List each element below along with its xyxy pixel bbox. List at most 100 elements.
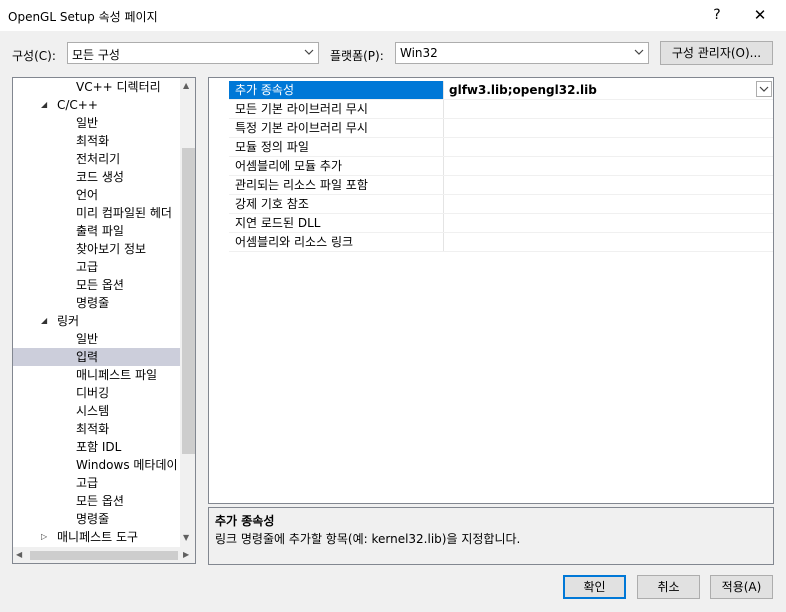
property-row[interactable]: 특정 기본 라이브러리 무시: [229, 119, 773, 138]
tree-item[interactable]: 찾아보기 정보: [13, 240, 180, 258]
platform-label: 플랫폼(P):: [330, 49, 384, 63]
property-value[interactable]: glfw3.lib;opengl32.lib: [445, 81, 597, 99]
property-value[interactable]: [445, 214, 449, 232]
tree-item-label: 최적화: [76, 422, 110, 436]
property-value[interactable]: [445, 119, 449, 137]
tree-item[interactable]: 최적화: [13, 420, 180, 438]
collapse-arrow-icon[interactable]: ◢: [41, 96, 47, 114]
tree-item-label: 일반: [76, 332, 99, 346]
chevron-down-icon: [634, 45, 644, 62]
scroll-down-icon[interactable]: ▼: [183, 533, 189, 542]
property-name: 특정 기본 라이브러리 무시: [229, 119, 444, 137]
property-row[interactable]: 관리되는 리소스 파일 포함: [229, 176, 773, 195]
property-row[interactable]: 강제 기호 참조: [229, 195, 773, 214]
tree-item[interactable]: 전처리기: [13, 150, 180, 168]
tree-item[interactable]: ▷ 매니페스트 도구: [13, 528, 180, 546]
tree-item-label: 고급: [76, 260, 99, 274]
tree-item[interactable]: 언어: [13, 186, 180, 204]
tree-item[interactable]: ◢ C/C++: [13, 96, 180, 114]
tree-item[interactable]: 최적화: [13, 132, 180, 150]
scroll-up-icon[interactable]: ▲: [183, 81, 189, 90]
tree-item-label: 명령줄: [76, 296, 110, 310]
property-name: 관리되는 리소스 파일 포함: [229, 176, 444, 194]
tree-horizontal-scrollbar[interactable]: ◀ ▶: [13, 547, 195, 563]
config-select[interactable]: 모든 구성: [67, 42, 319, 64]
property-value[interactable]: [445, 233, 449, 251]
property-row[interactable]: 지연 로드된 DLL: [229, 214, 773, 233]
expand-arrow-icon[interactable]: ▷: [41, 528, 47, 546]
tree-item-label: 디버깅: [76, 386, 110, 400]
tree-item-label: Windows 메타데이: [76, 458, 178, 472]
property-grid[interactable]: 추가 종속성 glfw3.lib;opengl32.lib 모든 기본 라이브러리 …: [208, 77, 774, 504]
property-value[interactable]: [445, 195, 449, 213]
tree-item-label: 명령줄: [76, 512, 110, 526]
property-value[interactable]: [445, 138, 449, 156]
tree-item[interactable]: VC++ 디렉터리: [13, 78, 180, 96]
tree-item[interactable]: 고급: [13, 474, 180, 492]
chevron-down-icon: [759, 86, 769, 92]
tree-item-label: 코드 생성: [76, 170, 124, 184]
platform-select[interactable]: Win32: [395, 42, 649, 64]
tree-item[interactable]: 시스템: [13, 402, 180, 420]
tree-item-label: 고급: [76, 476, 99, 490]
tree-item[interactable]: 모든 옵션: [13, 276, 180, 294]
tree-item[interactable]: 고급: [13, 258, 180, 276]
title-bar: OpenGL Setup 속성 페이지 ? ✕: [0, 0, 786, 31]
property-name: 지연 로드된 DLL: [229, 214, 444, 232]
tree-item[interactable]: 포함 IDL: [13, 438, 180, 456]
tree-item[interactable]: 코드 생성: [13, 168, 180, 186]
tree-vertical-scroll-thumb[interactable]: [182, 148, 195, 454]
category-tree[interactable]: VC++ 디렉터리 ◢ C/C++ 일반 최적화 전처리기 코드 생성 언어 미리 컴파일된 헤…: [12, 77, 196, 564]
tree-item-label: 일반: [76, 116, 99, 130]
property-row[interactable]: 어셈블리에 모듈 추가: [229, 157, 773, 176]
description-title: 추가 종속성: [215, 514, 275, 528]
tree-item[interactable]: 일반: [13, 330, 180, 348]
property-row[interactable]: 모듈 정의 파일: [229, 138, 773, 157]
tree-item[interactable]: 출력 파일: [13, 222, 180, 240]
property-name: 강제 기호 참조: [229, 195, 444, 213]
property-value[interactable]: [445, 176, 449, 194]
window-title: OpenGL Setup 속성 페이지: [8, 10, 158, 24]
tree-item[interactable]: 입력: [13, 348, 180, 366]
scroll-left-icon[interactable]: ◀: [16, 550, 22, 559]
config-manager-button[interactable]: 구성 관리자(O)...: [660, 41, 773, 65]
tree-item-label: 전처리기: [76, 152, 121, 166]
property-row[interactable]: 모든 기본 라이브러리 무시: [229, 100, 773, 119]
description-text: 링크 명령줄에 추가할 항목(예: kernel32.lib)을 지정합니다.: [215, 532, 521, 546]
tree-item[interactable]: 모든 옵션: [13, 492, 180, 510]
cancel-button[interactable]: 취소: [637, 575, 700, 599]
tree-item[interactable]: ◢ 링커: [13, 312, 180, 330]
tree-item[interactable]: 매니페스트 파일: [13, 366, 180, 384]
close-button[interactable]: ✕: [748, 4, 772, 26]
scroll-right-icon[interactable]: ▶: [183, 550, 189, 559]
tree-item[interactable]: Windows 메타데이: [13, 456, 180, 474]
tree-item-label: C/C++: [57, 98, 98, 112]
property-name: 어셈블리와 리소스 링크: [229, 233, 444, 251]
tree-item-label: 모든 옵션: [76, 494, 124, 508]
config-value: 모든 구성: [72, 48, 120, 62]
tree-horizontal-scroll-thumb[interactable]: [30, 551, 178, 560]
description-pane: 추가 종속성 링크 명령줄에 추가할 항목(예: kernel32.lib)을 …: [208, 507, 774, 565]
value-dropdown-button[interactable]: [756, 81, 772, 97]
tree-item[interactable]: 명령줄: [13, 510, 180, 528]
apply-button[interactable]: 적용(A): [710, 575, 773, 599]
tree-item[interactable]: 미리 컴파일된 헤더: [13, 204, 180, 222]
property-row[interactable]: 추가 종속성 glfw3.lib;opengl32.lib: [229, 81, 773, 100]
tree-vertical-scrollbar[interactable]: ▲ ▼: [180, 78, 195, 547]
collapse-arrow-icon[interactable]: ◢: [41, 312, 47, 330]
tree-item[interactable]: 디버깅: [13, 384, 180, 402]
tree-item[interactable]: 명령줄: [13, 294, 180, 312]
property-row[interactable]: 어셈블리와 리소스 링크: [229, 233, 773, 252]
property-name: 추가 종속성: [229, 81, 444, 99]
tree-item-label: 미리 컴파일된 헤더: [76, 206, 172, 220]
property-value[interactable]: [445, 157, 449, 175]
tree-item-label: 링커: [57, 314, 80, 328]
tree-item-label: 찾아보기 정보: [76, 242, 147, 256]
tree-item-label: VC++ 디렉터리: [76, 80, 161, 94]
tree-item-label: 시스템: [76, 404, 110, 418]
property-name: 모든 기본 라이브러리 무시: [229, 100, 444, 118]
ok-button[interactable]: 확인: [563, 575, 626, 599]
tree-item[interactable]: 일반: [13, 114, 180, 132]
property-value[interactable]: [445, 100, 449, 118]
help-button[interactable]: ?: [705, 4, 729, 26]
